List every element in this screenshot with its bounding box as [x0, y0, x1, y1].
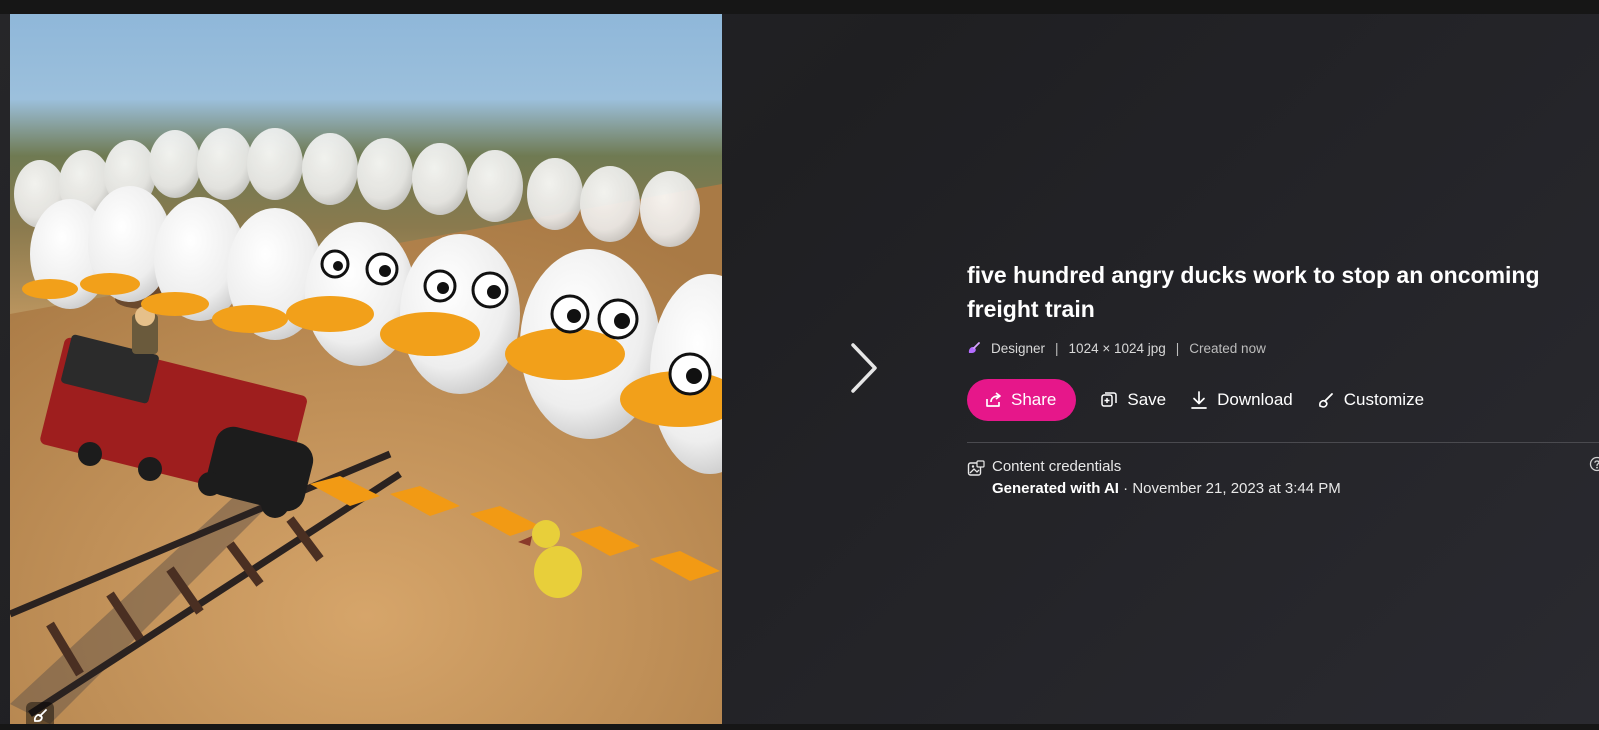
image-meta: Designer | 1024 × 1024 jpg | Created now [967, 338, 1587, 358]
app-name: Designer [991, 340, 1046, 356]
content-credentials-icon [967, 460, 985, 483]
generated-with-ai: Generated with AI [992, 480, 1119, 497]
save-collection-icon [1101, 392, 1118, 407]
download-icon [1191, 391, 1207, 409]
content-credentials: Content credentials Generated with AI · … [967, 456, 1599, 502]
created-time: Created now [1189, 340, 1266, 356]
image-details-panel: five hundred angry ducks work to stop an… [967, 258, 1599, 502]
image-title: five hundred angry ducks work to stop an… [967, 262, 1540, 322]
generated-timestamp: November 21, 2023 at 3:44 PM [1132, 480, 1341, 497]
details-divider [967, 442, 1599, 443]
bottom-bar [0, 724, 1599, 730]
share-button[interactable]: Share [967, 379, 1077, 421]
save-label: Save [1127, 390, 1167, 409]
share-icon [986, 392, 1001, 407]
help-icon[interactable] [1589, 456, 1599, 477]
customize-button[interactable]: Customize [1317, 390, 1424, 410]
meta-separator: | [1055, 340, 1059, 356]
credentials-detail: Generated with AI · November 21, 2023 at… [992, 480, 1341, 497]
download-label: Download [1217, 390, 1293, 409]
content-credentials-title: Content credentials [992, 458, 1122, 475]
share-label: Share [1011, 390, 1057, 409]
designer-app-icon [967, 341, 981, 355]
generated-image[interactable] [10, 14, 722, 724]
image-dimensions: 1024 × 1024 jpg [1068, 340, 1166, 356]
top-bar [0, 0, 1599, 14]
image-viewer: five hundred angry ducks work to stop an… [0, 0, 1599, 730]
customize-brush-icon [1318, 393, 1333, 408]
next-image-button[interactable] [840, 336, 888, 400]
chevron-right-icon [851, 343, 877, 393]
save-button[interactable]: Save [1100, 390, 1166, 410]
action-bar: Share Save Download Customize [967, 378, 1587, 422]
designer-watermark-icon [26, 702, 54, 724]
image-illustration [10, 14, 722, 724]
credentials-dot: · [1118, 480, 1133, 497]
download-button[interactable]: Download [1190, 390, 1293, 410]
customize-label: Customize [1343, 390, 1425, 409]
meta-separator: | [1175, 340, 1180, 356]
